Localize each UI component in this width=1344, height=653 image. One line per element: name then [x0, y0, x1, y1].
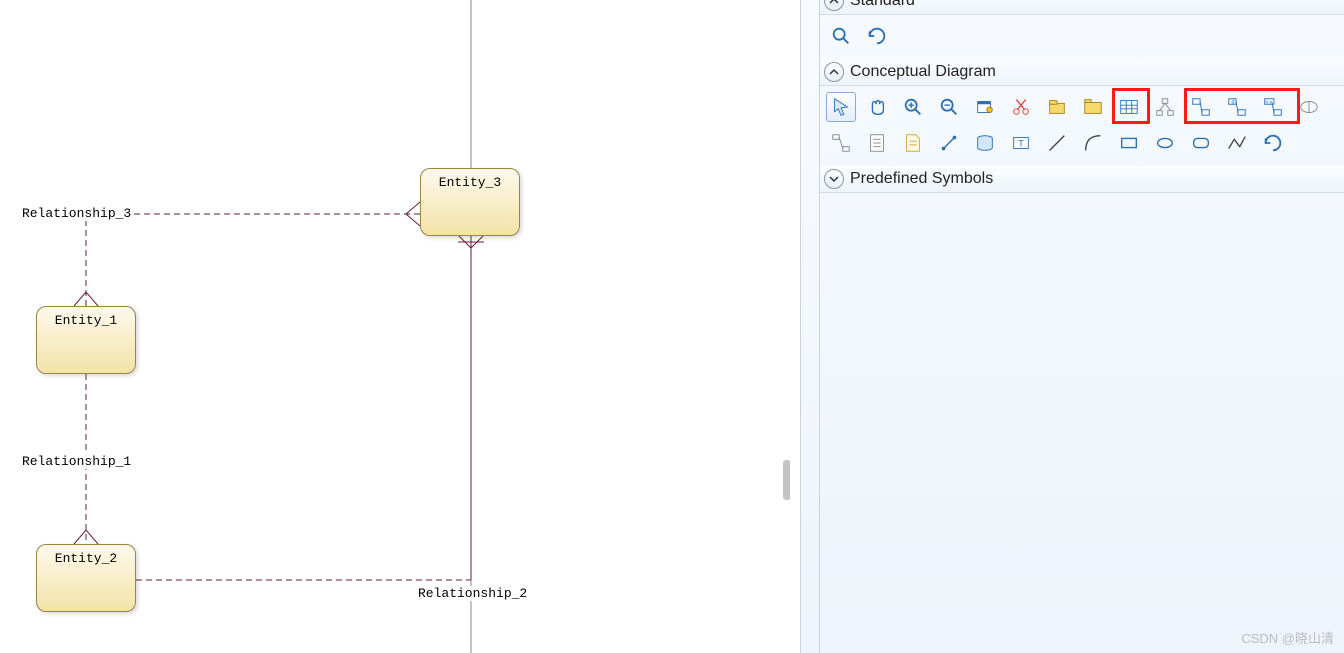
section-header-predefined[interactable]: Predefined Symbols — [820, 166, 1344, 193]
collapse-toggle-icon[interactable] — [824, 62, 844, 82]
entity-label: Entity_3 — [439, 175, 501, 190]
entity-icon[interactable] — [1114, 92, 1144, 122]
section-body-conceptual: d n-n T — [820, 86, 1344, 166]
entity-label: Entity_2 — [55, 551, 117, 566]
section-title: Predefined Symbols — [850, 170, 993, 188]
pointer-icon[interactable] — [826, 92, 856, 122]
rectangle-icon[interactable] — [1114, 128, 1144, 158]
open-icon[interactable] — [1042, 92, 1072, 122]
undo-icon[interactable] — [862, 21, 892, 51]
title-icon[interactable]: T — [1006, 128, 1036, 158]
table-icon[interactable] — [970, 128, 1000, 158]
link-icon[interactable] — [934, 128, 964, 158]
rounded-rect-icon[interactable] — [1186, 128, 1216, 158]
relationship-2-label[interactable]: Relationship_2 — [418, 586, 527, 601]
splitter[interactable] — [790, 0, 800, 653]
line-icon[interactable] — [1042, 128, 1072, 158]
association-icon[interactable] — [1150, 92, 1180, 122]
assoc-link-icon[interactable] — [826, 128, 856, 158]
entity-3[interactable]: Entity_3 — [420, 168, 520, 236]
section-header-standard[interactable]: Standard — [820, 0, 1344, 15]
section-title: Conceptual Diagram — [850, 63, 996, 81]
symbol-icon[interactable] — [1258, 128, 1288, 158]
svg-text:T: T — [1018, 139, 1024, 149]
svg-text:d: d — [1232, 99, 1235, 105]
entity-2[interactable]: Entity_2 — [36, 544, 136, 612]
grabber-icon[interactable] — [862, 92, 892, 122]
expand-toggle-icon[interactable] — [824, 169, 844, 189]
watermark: CSDN @晓山清 — [1241, 628, 1334, 647]
zoom-icon[interactable] — [826, 21, 856, 51]
relationship-dep-icon[interactable]: d — [1222, 92, 1252, 122]
ellipse-icon[interactable] — [1150, 128, 1180, 158]
inheritance-icon[interactable] — [1294, 92, 1324, 122]
relationship-3-label[interactable]: Relationship_3 — [22, 206, 131, 221]
properties-icon[interactable] — [970, 92, 1000, 122]
zoom-in-icon[interactable] — [898, 92, 928, 122]
file-note-icon[interactable] — [898, 128, 928, 158]
relationship-1-label[interactable]: Relationship_1 — [22, 454, 131, 469]
polyline-icon[interactable] — [1222, 128, 1252, 158]
cut-icon[interactable] — [1006, 92, 1036, 122]
entity-label: Entity_1 — [55, 313, 117, 328]
svg-text:n-n: n-n — [1266, 99, 1273, 104]
diagram-canvas[interactable]: Entity_3 Entity_1 Entity_2 Relationship_… — [0, 0, 790, 653]
relationship-icon[interactable] — [1186, 92, 1216, 122]
package-icon[interactable] — [1078, 92, 1108, 122]
toolbox-panel: Standard Conceptual Diagram — [800, 0, 1344, 653]
relationship-nn-icon[interactable]: n-n — [1258, 92, 1288, 122]
section-body-standard — [820, 15, 1344, 59]
arc-icon[interactable] — [1078, 128, 1108, 158]
entity-1[interactable]: Entity_1 — [36, 306, 136, 374]
section-header-conceptual[interactable]: Conceptual Diagram — [820, 59, 1344, 86]
collapse-toggle-icon[interactable] — [824, 0, 844, 11]
zoom-out-icon[interactable] — [934, 92, 964, 122]
section-title: Standard — [850, 0, 915, 10]
note-icon[interactable] — [862, 128, 892, 158]
